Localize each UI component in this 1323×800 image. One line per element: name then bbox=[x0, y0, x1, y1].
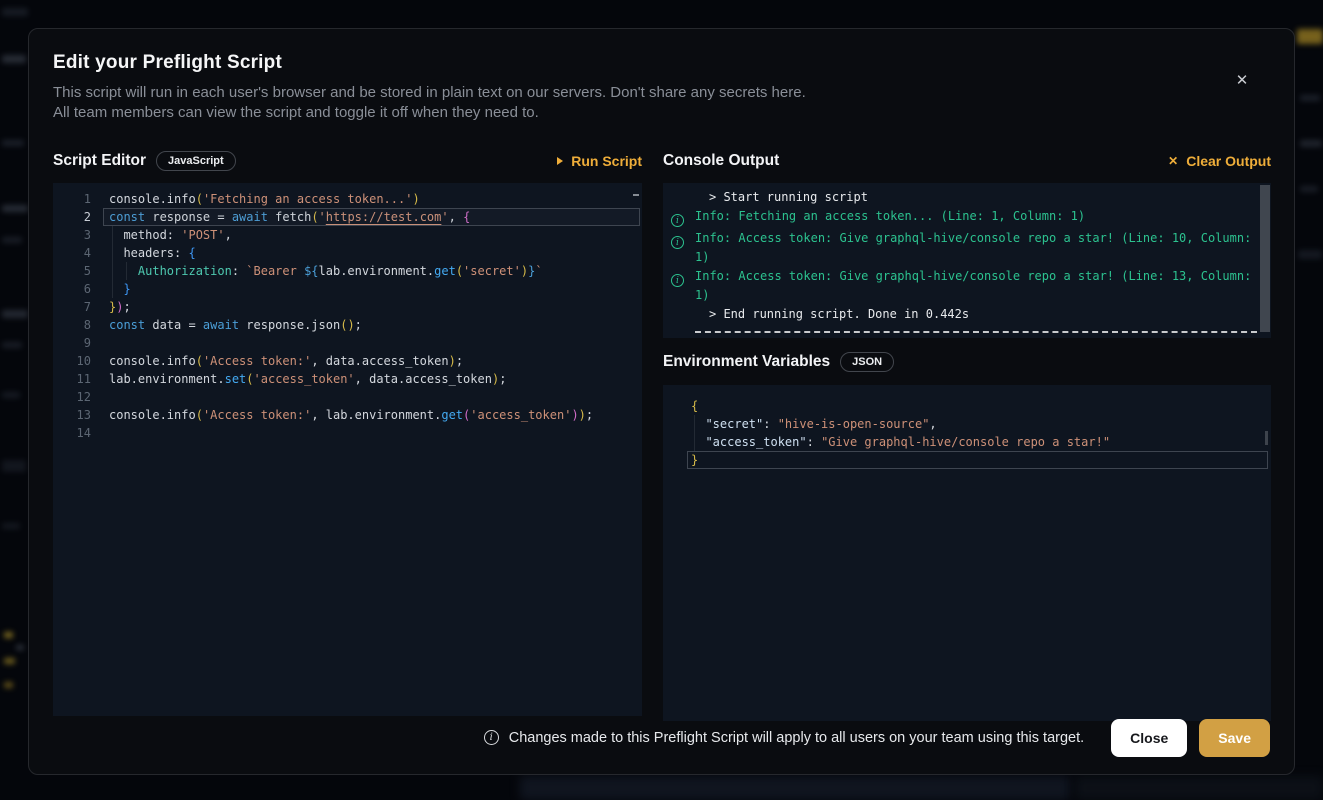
console-text: > End running script. Done in 0.442s bbox=[695, 305, 1267, 324]
script-editor[interactable]: 1console.info('Fetching an access token.… bbox=[53, 183, 642, 716]
console-scrollbar[interactable] bbox=[1260, 185, 1270, 332]
code-line: 8const data = await response.json(); bbox=[53, 316, 642, 334]
save-button[interactable]: Save bbox=[1199, 719, 1270, 757]
line-number: 12 bbox=[53, 388, 91, 406]
code-line: 9 bbox=[53, 334, 642, 352]
footer-note: i Changes made to this Preflight Script … bbox=[484, 730, 1084, 746]
line-number: 5 bbox=[53, 262, 91, 280]
console-output[interactable]: > Start running script i Info: Fetching an… bbox=[663, 183, 1271, 338]
code-line: 6 } bbox=[53, 280, 642, 298]
env-line: } bbox=[663, 451, 1271, 469]
code-line: 2const response = await fetch('https://t… bbox=[53, 208, 642, 226]
line-number: 6 bbox=[53, 280, 91, 298]
console-text: Info: Access token: Give graphql-hive/co… bbox=[695, 229, 1267, 267]
env-line: { bbox=[663, 397, 1271, 415]
info-icon: i bbox=[671, 214, 684, 227]
line-number: 7 bbox=[53, 298, 91, 316]
console-text: Info: Access token: Give graphql-hive/co… bbox=[695, 267, 1267, 305]
env-line: "secret": "hive-is-open-source", bbox=[663, 415, 1271, 433]
script-editor-title: Script Editor bbox=[53, 152, 146, 170]
info-icon: i bbox=[671, 274, 684, 287]
line-number: 3 bbox=[53, 226, 91, 244]
console-row: > End running script. Done in 0.442s bbox=[671, 305, 1271, 324]
code-line: 4 headers: { bbox=[53, 244, 642, 262]
clear-icon: ✕ bbox=[1168, 155, 1178, 167]
console-row: i Info: Access token: Give graphql-hive/c… bbox=[671, 267, 1271, 305]
console-row: i Info: Fetching an access token... (Line… bbox=[671, 207, 1271, 229]
console-row: i Info: Access token: Give graphql-hive/c… bbox=[671, 229, 1271, 267]
console-separator bbox=[695, 331, 1257, 333]
line-number: 14 bbox=[53, 424, 91, 442]
env-line: "access_token": "Give graphql-hive/conso… bbox=[663, 433, 1271, 451]
play-icon bbox=[557, 157, 563, 165]
close-button[interactable]: Close bbox=[1111, 719, 1187, 757]
line-number: 8 bbox=[53, 316, 91, 334]
script-editor-lines: 1console.info('Fetching an access token.… bbox=[53, 190, 642, 442]
line-number: 13 bbox=[53, 406, 91, 424]
console-row: > Start running script bbox=[671, 188, 1271, 207]
clear-output-button[interactable]: ✕ Clear Output bbox=[1168, 153, 1271, 169]
line-number: 11 bbox=[53, 370, 91, 388]
code-line: 1console.info('Fetching an access token.… bbox=[53, 190, 642, 208]
modal-footer: i Changes made to this Preflight Script … bbox=[29, 707, 1294, 774]
console-rows: > Start running script i Info: Fetching an… bbox=[671, 188, 1271, 333]
language-badge: JavaScript bbox=[156, 151, 236, 171]
line-number: 1 bbox=[53, 190, 91, 208]
info-icon: i bbox=[671, 236, 684, 249]
overview-ruler-mark bbox=[633, 194, 639, 196]
modal-description-line2: All team members can view the script and… bbox=[53, 103, 1270, 123]
json-badge: JSON bbox=[840, 352, 894, 372]
code-line: 14 bbox=[53, 424, 642, 442]
console-text: Info: Fetching an access token... (Line:… bbox=[695, 207, 1267, 229]
environment-lines: { "secret": "hive-is-open-source", "acce… bbox=[663, 397, 1271, 469]
line-number: 9 bbox=[53, 334, 91, 352]
code-line: 5 Authorization: `Bearer ${lab.environme… bbox=[53, 262, 642, 280]
run-script-button[interactable]: Run Script bbox=[557, 153, 642, 169]
code-line: 11lab.environment.set('access_token', da… bbox=[53, 370, 642, 388]
console-text: > Start running script bbox=[695, 188, 1267, 207]
code-line: 12 bbox=[53, 388, 642, 406]
environment-editor[interactable]: { "secret": "hive-is-open-source", "acce… bbox=[663, 385, 1271, 721]
code-line: 3 method: 'POST', bbox=[53, 226, 642, 244]
close-icon[interactable]: ✕ bbox=[1232, 71, 1252, 91]
info-icon: i bbox=[484, 730, 499, 745]
line-number: 10 bbox=[53, 352, 91, 370]
code-line: 13console.info('Access token:', lab.envi… bbox=[53, 406, 642, 424]
line-number: 4 bbox=[53, 244, 91, 262]
console-output-title: Console Output bbox=[663, 152, 779, 170]
env-ruler-mark bbox=[1265, 431, 1268, 445]
page-title: Edit your Preflight Script bbox=[53, 52, 1270, 74]
environment-variables-title: Environment Variables bbox=[663, 353, 830, 371]
preflight-script-modal: ✕ Edit your Preflight Script This script… bbox=[28, 28, 1295, 775]
line-number: 2 bbox=[53, 208, 91, 226]
modal-description-line1: This script will run in each user's brow… bbox=[53, 83, 1270, 103]
code-line: 7}); bbox=[53, 298, 642, 316]
code-line: 10console.info('Access token:', data.acc… bbox=[53, 352, 642, 370]
